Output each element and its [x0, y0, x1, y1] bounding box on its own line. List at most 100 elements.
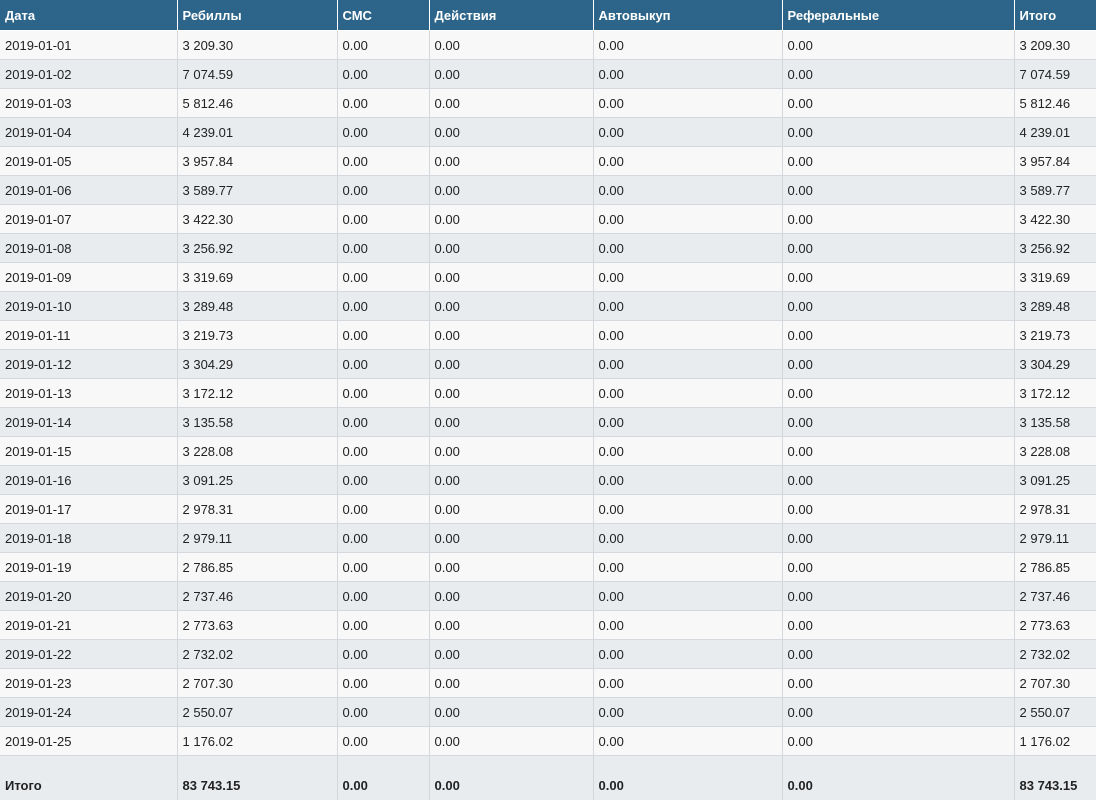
cell-actions: 0.00 — [429, 407, 594, 437]
totals-total: 83 743.15 — [1014, 755, 1096, 800]
cell-sms: 0.00 — [337, 59, 430, 89]
cell-sms: 0.00 — [337, 30, 430, 60]
cell-sms: 0.00 — [337, 610, 430, 640]
column-header-date[interactable]: Дата — [0, 0, 178, 31]
cell-rebills: 4 239.01 — [177, 117, 338, 147]
cell-sms: 0.00 — [337, 726, 430, 756]
cell-total: 3 135.58 — [1014, 407, 1096, 437]
cell-autobuy: 0.00 — [593, 494, 783, 524]
cell-referral: 0.00 — [782, 59, 1015, 89]
cell-total: 2 737.46 — [1014, 581, 1096, 611]
cell-rebills: 3 228.08 — [177, 436, 338, 466]
cell-sms: 0.00 — [337, 407, 430, 437]
cell-actions: 0.00 — [429, 349, 594, 379]
cell-actions: 0.00 — [429, 494, 594, 524]
cell-referral: 0.00 — [782, 639, 1015, 669]
cell-date: 2019-01-03 — [0, 88, 178, 118]
cell-sms: 0.00 — [337, 291, 430, 321]
table-row: 2019-01-13 3 172.12 0.00 0.00 0.00 0.00 3 172.… — [0, 378, 1096, 408]
cell-rebills: 3 135.58 — [177, 407, 338, 437]
table-row: 2019-01-20 2 737.46 0.00 0.00 0.00 0.00 2 737.… — [0, 581, 1096, 611]
cell-total: 3 422.30 — [1014, 204, 1096, 234]
cell-autobuy: 0.00 — [593, 378, 783, 408]
cell-date: 2019-01-11 — [0, 320, 178, 350]
column-header-sms[interactable]: СМС — [337, 0, 430, 31]
cell-rebills: 3 319.69 — [177, 262, 338, 292]
table-row: 2019-01-18 2 979.11 0.00 0.00 0.00 0.00 2 979.… — [0, 523, 1096, 553]
cell-autobuy: 0.00 — [593, 697, 783, 727]
totals-actions: 0.00 — [429, 755, 594, 800]
table-row: 2019-01-24 2 550.07 0.00 0.00 0.00 0.00 2 550.… — [0, 697, 1096, 727]
cell-rebills: 3 422.30 — [177, 204, 338, 234]
table-row: 2019-01-05 3 957.84 0.00 0.00 0.00 0.00 3 957.… — [0, 146, 1096, 176]
cell-autobuy: 0.00 — [593, 523, 783, 553]
cell-total: 3 219.73 — [1014, 320, 1096, 350]
cell-total: 3 172.12 — [1014, 378, 1096, 408]
totals-rebills: 83 743.15 — [177, 755, 338, 800]
table-row: 2019-01-02 7 074.59 0.00 0.00 0.00 0.00 7 074.… — [0, 59, 1096, 89]
cell-sms: 0.00 — [337, 668, 430, 698]
cell-date: 2019-01-14 — [0, 407, 178, 437]
cell-referral: 0.00 — [782, 697, 1015, 727]
column-header-total[interactable]: Итого — [1014, 0, 1096, 31]
cell-total: 2 732.02 — [1014, 639, 1096, 669]
table-footer: Итого 83 743.15 0.00 0.00 0.00 0.00 83 7… — [0, 755, 1096, 800]
cell-total: 3 589.77 — [1014, 175, 1096, 205]
cell-date: 2019-01-16 — [0, 465, 178, 495]
cell-sms: 0.00 — [337, 146, 430, 176]
cell-total: 3 228.08 — [1014, 436, 1096, 466]
table-row: 2019-01-25 1 176.02 0.00 0.00 0.00 0.00 1 176.… — [0, 726, 1096, 756]
table-row: 2019-01-21 2 773.63 0.00 0.00 0.00 0.00 2 773.… — [0, 610, 1096, 640]
cell-date: 2019-01-22 — [0, 639, 178, 669]
column-header-autobuy[interactable]: Автовыкуп — [593, 0, 783, 31]
cell-actions: 0.00 — [429, 668, 594, 698]
cell-autobuy: 0.00 — [593, 436, 783, 466]
table-row: 2019-01-04 4 239.01 0.00 0.00 0.00 0.00 4 239.… — [0, 117, 1096, 147]
cell-sms: 0.00 — [337, 175, 430, 205]
cell-actions: 0.00 — [429, 59, 594, 89]
cell-actions: 0.00 — [429, 581, 594, 611]
cell-date: 2019-01-05 — [0, 146, 178, 176]
cell-total: 3 304.29 — [1014, 349, 1096, 379]
cell-referral: 0.00 — [782, 407, 1015, 437]
cell-date: 2019-01-19 — [0, 552, 178, 582]
cell-total: 2 978.31 — [1014, 494, 1096, 524]
cell-sms: 0.00 — [337, 349, 430, 379]
cell-sms: 0.00 — [337, 378, 430, 408]
cell-autobuy: 0.00 — [593, 262, 783, 292]
cell-rebills: 2 773.63 — [177, 610, 338, 640]
cell-autobuy: 0.00 — [593, 349, 783, 379]
cell-referral: 0.00 — [782, 88, 1015, 118]
cell-actions: 0.00 — [429, 88, 594, 118]
cell-rebills: 2 707.30 — [177, 668, 338, 698]
cell-actions: 0.00 — [429, 146, 594, 176]
cell-rebills: 3 091.25 — [177, 465, 338, 495]
cell-date: 2019-01-15 — [0, 436, 178, 466]
cell-autobuy: 0.00 — [593, 639, 783, 669]
cell-referral: 0.00 — [782, 320, 1015, 350]
cell-date: 2019-01-01 — [0, 30, 178, 60]
cell-autobuy: 0.00 — [593, 320, 783, 350]
cell-autobuy: 0.00 — [593, 30, 783, 60]
totals-row: Итого 83 743.15 0.00 0.00 0.00 0.00 83 7… — [0, 755, 1096, 800]
table-row: 2019-01-09 3 319.69 0.00 0.00 0.00 0.00 3 319.… — [0, 262, 1096, 292]
column-header-referral[interactable]: Реферальные — [782, 0, 1015, 31]
column-header-rebills[interactable]: Ребиллы — [177, 0, 338, 31]
cell-referral: 0.00 — [782, 610, 1015, 640]
cell-total: 2 773.63 — [1014, 610, 1096, 640]
column-header-actions[interactable]: Действия — [429, 0, 594, 31]
cell-rebills: 3 219.73 — [177, 320, 338, 350]
cell-rebills: 3 256.92 — [177, 233, 338, 263]
cell-referral: 0.00 — [782, 668, 1015, 698]
cell-autobuy: 0.00 — [593, 204, 783, 234]
cell-sms: 0.00 — [337, 465, 430, 495]
cell-rebills: 2 979.11 — [177, 523, 338, 553]
cell-referral: 0.00 — [782, 117, 1015, 147]
table-header: Дата Ребиллы СМС Действия Автовыкуп Рефе… — [0, 0, 1096, 31]
cell-actions: 0.00 — [429, 30, 594, 60]
cell-date: 2019-01-08 — [0, 233, 178, 263]
cell-autobuy: 0.00 — [593, 175, 783, 205]
table-row: 2019-01-16 3 091.25 0.00 0.00 0.00 0.00 3 091.… — [0, 465, 1096, 495]
cell-total: 3 091.25 — [1014, 465, 1096, 495]
cell-total: 2 979.11 — [1014, 523, 1096, 553]
